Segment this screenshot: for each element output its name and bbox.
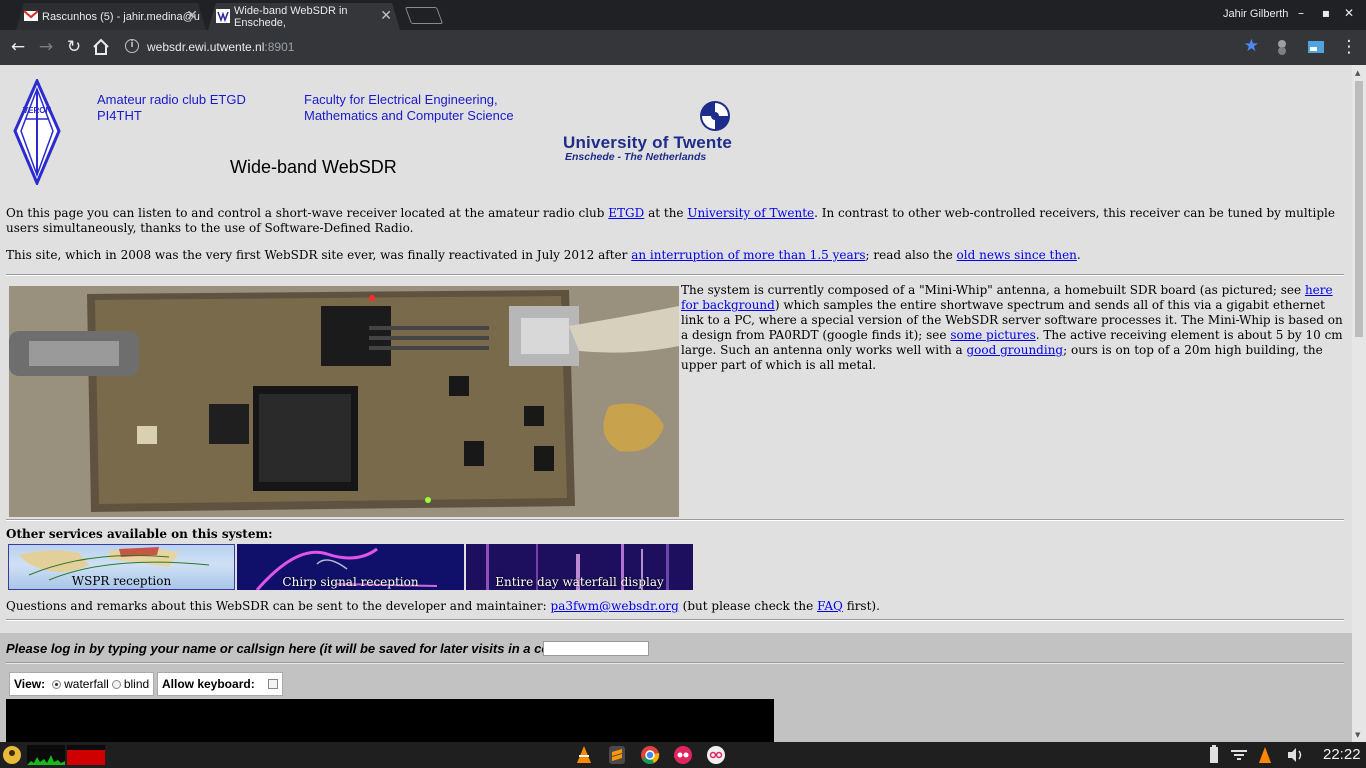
waterfall-radio[interactable]	[52, 679, 62, 689]
tab-gmail[interactable]: Rascunhos (5) - jahir.medina@u ✕	[16, 3, 206, 30]
browser-tab-strip: Rascunhos (5) - jahir.medina@u ✕ Wide-ba…	[0, 0, 1366, 30]
battery-icon[interactable]	[1206, 745, 1222, 765]
chrome-icon[interactable]	[640, 745, 660, 765]
url-text[interactable]: websdr.ewi.utwente.nl:8901	[147, 40, 294, 54]
divider	[6, 519, 1344, 521]
blind-radio[interactable]	[111, 679, 121, 689]
waterfall-radio-label: waterfall	[64, 677, 109, 691]
intro-paragraph-2: This site, which in 2008 was the very fi…	[6, 248, 1081, 262]
callsign-input[interactable]	[543, 641, 649, 656]
contact-line: Questions and remarks about this WebSDR …	[6, 599, 880, 613]
view-options: View: waterfall blind	[9, 672, 155, 696]
back-arrow-icon[interactable]: ←	[7, 36, 29, 58]
extension-icon[interactable]	[1274, 38, 1292, 56]
cast-icon[interactable]	[1307, 38, 1325, 56]
new-tab-button[interactable]	[404, 7, 444, 24]
pictures-link[interactable]: some pictures	[950, 328, 1035, 342]
svg-text:VERON: VERON	[23, 106, 52, 115]
view-label: View:	[14, 677, 46, 691]
faq-link[interactable]: FAQ	[817, 599, 843, 613]
memory-graph-icon	[67, 745, 105, 765]
websdr-page: VERON Amateur radio club ETGD PI4THT Fac…	[0, 65, 1352, 742]
wifi-icon[interactable]	[1229, 745, 1249, 765]
tab-title: Rascunhos (5) - jahir.medina@u	[42, 10, 200, 23]
etgd-link[interactable]: ETGD	[608, 206, 644, 220]
club-name: Amateur radio club ETGD PI4THT	[97, 92, 246, 123]
university-logo-icon[interactable]	[698, 99, 732, 133]
keyboard-options: Allow keyboard:	[157, 672, 283, 696]
reload-icon[interactable]: ↻	[63, 36, 85, 58]
system-clock[interactable]: 22:22	[1323, 746, 1361, 763]
grounding-link[interactable]: good grounding	[966, 343, 1063, 357]
login-prompt: Please log in by typing your name or cal…	[6, 641, 584, 656]
scrollbar-thumb[interactable]	[1355, 81, 1363, 337]
page-scrollbar[interactable]: ▲ ▼	[1352, 65, 1366, 742]
services-heading: Other services available on this system:	[6, 527, 273, 541]
faculty-name: Faculty for Electrical Engineering, Math…	[304, 92, 514, 123]
system-taskbar: 22:22	[0, 742, 1366, 768]
service-label: WSPR reception	[71, 574, 172, 588]
close-window-icon[interactable]: ✕	[1340, 6, 1358, 20]
scroll-up-icon[interactable]: ▲	[1355, 69, 1360, 77]
system-description: The system is currently composed of a "M…	[681, 283, 1343, 372]
tab-title: Wide-band WebSDR in Enschede,	[234, 4, 348, 29]
service-label: Entire day waterfall display	[495, 575, 664, 589]
waterfall-canvas[interactable]	[6, 699, 774, 742]
sdr-board-photo	[9, 286, 679, 517]
launcher-icon[interactable]	[2, 745, 22, 765]
chirp-service-link[interactable]: Chirp signal reception	[237, 544, 464, 590]
wspr-service-link[interactable]: WSPR reception	[8, 544, 235, 590]
old-news-link[interactable]: old news since then	[957, 248, 1077, 262]
home-icon[interactable]	[91, 37, 111, 57]
page-title: Wide-band WebSDR	[230, 157, 397, 177]
vlc-icon[interactable]	[574, 745, 594, 765]
bookmark-star-icon[interactable]: ★	[1244, 36, 1259, 56]
university-link[interactable]: University of Twente	[687, 206, 814, 220]
university-name: University of Twente	[563, 133, 732, 152]
scroll-down-icon[interactable]: ▼	[1355, 731, 1360, 739]
close-tab-icon[interactable]: ✕	[186, 7, 198, 24]
divider	[6, 274, 1344, 276]
interruption-link[interactable]: an interruption of more than 1.5 years	[631, 248, 865, 262]
forward-arrow-icon[interactable]: →	[35, 36, 57, 58]
email-link[interactable]: pa3fwm@websdr.org	[551, 599, 679, 613]
gmail-icon	[24, 10, 38, 21]
allow-keyboard-checkbox[interactable]	[267, 679, 278, 689]
menu-kebab-icon[interactable]: ⋮	[1338, 36, 1360, 58]
waterfall-service-link[interactable]: Entire day waterfall display	[466, 544, 693, 590]
sublime-text-icon[interactable]	[607, 745, 627, 765]
intro-paragraph-1: On this page you can listen to and contr…	[6, 206, 1335, 235]
close-tab-icon[interactable]: ✕	[380, 7, 392, 24]
address-bar[interactable]: i websdr.ewi.utwente.nl:8901 ★	[119, 33, 1267, 61]
browser-toolbar: ← → ↻ i websdr.ewi.utwente.nl:8901 ★ ⋮	[0, 30, 1366, 65]
flickr-alt-icon[interactable]	[706, 745, 726, 765]
profile-name[interactable]: Jahir Gilberth	[1223, 8, 1288, 20]
divider	[6, 662, 1344, 664]
info-icon[interactable]: i	[125, 39, 139, 53]
service-label: Chirp signal reception	[282, 575, 419, 589]
keyboard-label: Allow keyboard:	[162, 677, 255, 691]
tab-websdr[interactable]: Wide-band WebSDR in Enschede, ✕	[208, 3, 400, 30]
websdr-icon	[216, 9, 230, 23]
flickr-icon[interactable]	[673, 745, 693, 765]
university-location: Enschede - The Netherlands	[565, 151, 707, 163]
vlc-tray-icon[interactable]	[1255, 745, 1275, 765]
login-section: Please log in by typing your name or cal…	[0, 633, 1352, 742]
cpu-graph-icon	[27, 745, 65, 765]
veron-logo[interactable]: VERON	[13, 79, 61, 185]
maximize-icon[interactable]: ▪	[1317, 6, 1335, 20]
minimize-icon[interactable]: –	[1292, 6, 1310, 20]
divider	[6, 619, 1344, 621]
blind-radio-label: blind	[123, 677, 150, 691]
volume-icon[interactable]	[1285, 745, 1305, 765]
